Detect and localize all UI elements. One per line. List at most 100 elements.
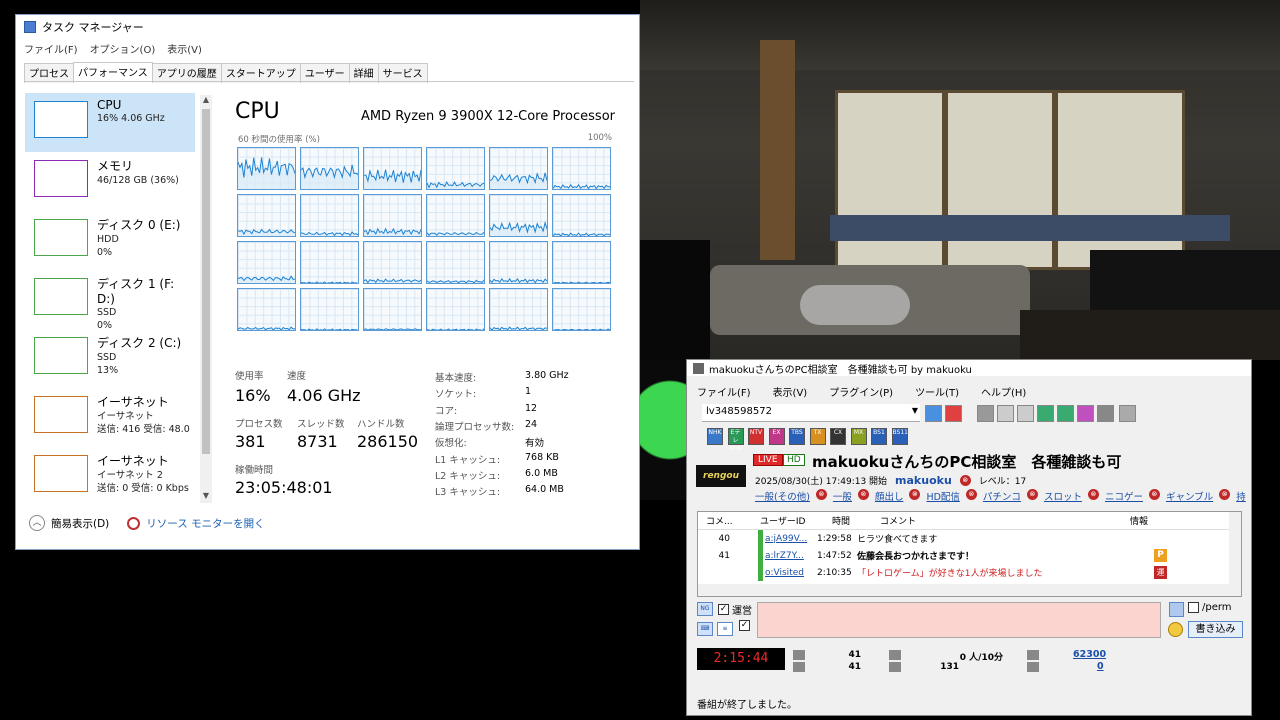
- tab-users[interactable]: ユーザー: [299, 63, 350, 83]
- perm-check[interactable]: /perm: [1188, 602, 1232, 613]
- owner-close-icon[interactable]: ⊗: [959, 475, 971, 486]
- menu-plugin[interactable]: プラグイン(P): [829, 384, 893, 399]
- col-info[interactable]: 情報: [1130, 514, 1176, 527]
- settings-icon[interactable]: [1119, 405, 1136, 422]
- sidebar-item-5[interactable]: イーサネット イーサネット 送信: 416 受信: 48.0: [25, 388, 195, 447]
- tag-remove-icon[interactable]: ⊗: [909, 489, 921, 500]
- tag-link[interactable]: ギャンブル: [1166, 489, 1213, 503]
- sidebar-thumbnail: [34, 337, 88, 374]
- col-user[interactable]: ユーザーID: [760, 514, 832, 527]
- tag-remove-icon[interactable]: ⊗: [1087, 489, 1099, 500]
- tag-link[interactable]: 一般(その他): [755, 489, 810, 503]
- user-id-link[interactable]: a:lrZ7Y...: [765, 551, 813, 561]
- dropdown-icon[interactable]: ▼: [912, 406, 918, 415]
- core-graph: [300, 241, 359, 284]
- tag-link[interactable]: 持: [1236, 489, 1246, 503]
- comment-row[interactable]: o:Visited 2:10:35 「レトロゲーム」が好きな1人が来場しました 運: [698, 564, 1241, 581]
- tag-link[interactable]: ニコゲー: [1105, 489, 1143, 503]
- menu-view[interactable]: 表示(V): [773, 384, 808, 399]
- channel-button[interactable]: MX: [850, 428, 867, 445]
- disconnect-icon[interactable]: [945, 405, 962, 422]
- menu-view[interactable]: 表示(V): [167, 41, 202, 56]
- tab-processes[interactable]: プロセス: [24, 63, 74, 83]
- menu-file[interactable]: ファイル(F): [697, 384, 751, 399]
- comment-input[interactable]: [757, 602, 1161, 638]
- resource-monitor-link[interactable]: リソース モニターを開く: [146, 516, 264, 531]
- tool-icon-4[interactable]: [1037, 405, 1054, 422]
- user-id-link[interactable]: o:Visited: [765, 568, 813, 578]
- tag-remove-icon[interactable]: ⊗: [1148, 489, 1160, 500]
- tool-icon-6[interactable]: [1077, 405, 1094, 422]
- pencil-icon[interactable]: [1169, 602, 1184, 617]
- sidebar-item-1[interactable]: メモリ 46/128 GB (36%): [25, 152, 195, 211]
- points-link-2[interactable]: 0: [1097, 661, 1104, 672]
- comment-row[interactable]: 40 a:jA99V... 1:29:58 ヒラツ食べてきます: [698, 530, 1241, 547]
- channel-button[interactable]: NHK: [707, 428, 723, 445]
- extra-checkbox[interactable]: ✓: [739, 620, 750, 631]
- list-icon[interactable]: ≡: [717, 622, 733, 636]
- perm-checkbox[interactable]: [1188, 602, 1199, 613]
- tool-icon-5[interactable]: [1057, 405, 1074, 422]
- menu-tools[interactable]: ツール(T): [915, 384, 959, 399]
- tag-link[interactable]: 顔出し: [875, 489, 904, 503]
- tag-remove-icon[interactable]: ⊗: [1026, 489, 1038, 500]
- menu-options[interactable]: オプション(O): [90, 41, 156, 56]
- ng-icon[interactable]: NG: [697, 602, 713, 616]
- points-link[interactable]: 62300: [1073, 649, 1106, 660]
- tab-services[interactable]: サービス: [377, 63, 428, 83]
- operator-check[interactable]: ✓ 運営: [718, 602, 752, 617]
- tab-app-history[interactable]: アプリの履歴: [151, 63, 222, 83]
- tag-link[interactable]: スロット: [1044, 489, 1082, 503]
- tool-icon-2[interactable]: [997, 405, 1014, 422]
- channel-button[interactable]: NTV: [748, 428, 764, 445]
- keyboard-icon[interactable]: ⌨: [697, 622, 713, 636]
- tag-remove-icon[interactable]: ⊗: [815, 489, 827, 500]
- channel-button[interactable]: CX: [830, 428, 846, 445]
- col-no[interactable]: コメ...: [698, 514, 760, 527]
- tool-icon-7[interactable]: [1097, 405, 1114, 422]
- less-details-link[interactable]: 簡易表示(D): [51, 516, 109, 531]
- tag-link[interactable]: HD配信: [926, 489, 959, 503]
- connect-icon[interactable]: [925, 405, 942, 422]
- owner-link[interactable]: makuoku: [895, 474, 952, 487]
- tag-remove-icon[interactable]: ⊗: [857, 489, 869, 500]
- sidebar-item-4[interactable]: ディスク 2 (C:) SSD 13%: [25, 329, 195, 388]
- vertical-scrollbar[interactable]: [1229, 512, 1241, 596]
- channel-button[interactable]: TBS: [789, 428, 805, 445]
- tool-icon-3[interactable]: [1017, 405, 1034, 422]
- user-id-link[interactable]: a:jA99V...: [765, 534, 813, 544]
- write-button[interactable]: 書き込み: [1188, 621, 1243, 638]
- tag-remove-icon[interactable]: ⊗: [965, 489, 977, 500]
- menu-file[interactable]: ファイル(F): [24, 41, 78, 56]
- sidebar-scrollbar[interactable]: ▲ ▼: [200, 95, 212, 503]
- menu-help[interactable]: ヘルプ(H): [981, 384, 1026, 399]
- scroll-up-icon[interactable]: ▲: [200, 95, 212, 107]
- scroll-thumb[interactable]: [202, 109, 210, 454]
- col-time[interactable]: 時間: [832, 514, 880, 527]
- tab-details[interactable]: 詳細: [348, 63, 379, 83]
- channel-button[interactable]: TX: [809, 428, 826, 445]
- tab-startup[interactable]: スタートアップ: [220, 63, 301, 83]
- channel-button[interactable]: EテレNHK: [727, 428, 744, 452]
- horizontal-scrollbar[interactable]: [698, 584, 1230, 596]
- operator-checkbox[interactable]: ✓: [718, 604, 729, 615]
- tag-remove-icon[interactable]: ⊗: [1219, 489, 1231, 500]
- smile-icon[interactable]: [1168, 622, 1183, 637]
- channel-button[interactable]: BS1: [871, 428, 887, 445]
- sidebar-item-3[interactable]: ディスク 1 (F: D:) SSD 0%: [25, 270, 195, 331]
- live-id-combo[interactable]: lv348598572 ▼: [702, 404, 920, 422]
- channel-button[interactable]: EX: [768, 428, 785, 445]
- tag-link[interactable]: パチンコ: [983, 489, 1021, 503]
- sidebar-item-2[interactable]: ディスク 0 (E:) HDD 0%: [25, 211, 195, 270]
- tab-performance[interactable]: パフォーマンス: [73, 62, 153, 82]
- chevron-up-icon[interactable]: ︿: [29, 515, 45, 531]
- sidebar-item-6[interactable]: イーサネット イーサネット 2 送信: 0 受信: 0 Kbps: [25, 447, 195, 506]
- comment-row[interactable]: 41 a:lrZ7Y... 1:47:52 佐藤会長おつかれさまです！ P: [698, 547, 1241, 564]
- channel-button[interactable]: BS11: [891, 428, 908, 445]
- tool-icon-1[interactable]: [977, 405, 994, 422]
- sidebar-item-0[interactable]: CPU 16% 4.06 GHz: [25, 93, 195, 152]
- scroll-down-icon[interactable]: ▼: [200, 491, 212, 503]
- col-comment[interactable]: コメント: [880, 514, 1130, 527]
- sliding-door: [835, 90, 945, 270]
- tag-link[interactable]: 一般: [833, 489, 852, 503]
